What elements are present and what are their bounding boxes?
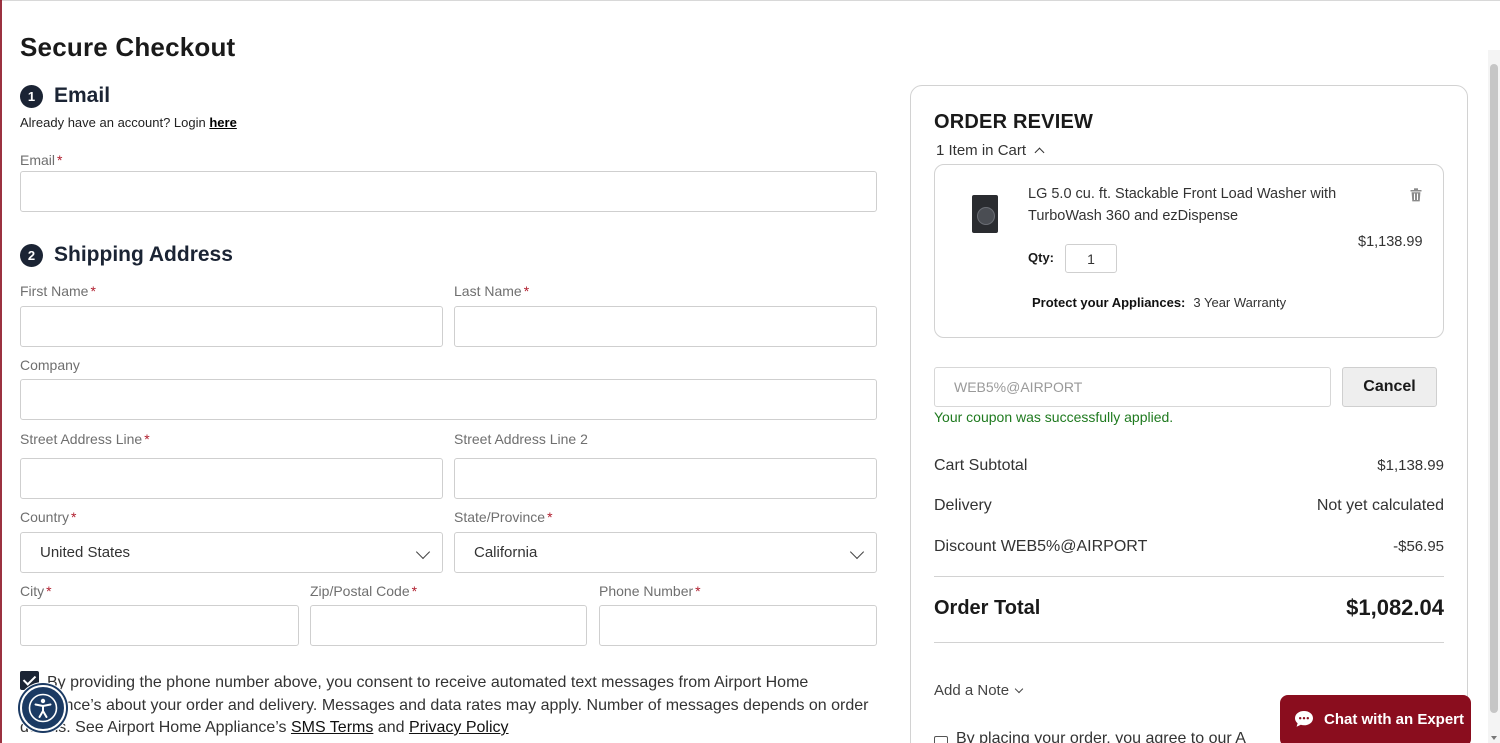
- protection-plan: Protect your Appliances: 3 Year Warranty: [1032, 295, 1286, 310]
- login-prompt-text: Already have an account? Login: [20, 115, 210, 130]
- first-name-input[interactable]: [20, 306, 443, 347]
- discount-label: Discount WEB5%@AIRPORT: [934, 538, 1148, 555]
- country-label: Country *: [20, 509, 77, 525]
- order-total-value: $1,082.04: [1346, 595, 1444, 620]
- summary-divider: [934, 576, 1444, 577]
- qty-input[interactable]: 1: [1065, 244, 1117, 273]
- state-select[interactable]: California: [454, 532, 877, 573]
- discount-row: Discount WEB5%@AIRPORT -$56.95: [934, 538, 1444, 556]
- order-total-row: Order Total $1,082.04: [934, 595, 1444, 621]
- coupon-input[interactable]: WEB5%@AIRPORT: [934, 367, 1331, 407]
- shipping-section-title: Shipping Address: [54, 243, 233, 266]
- first-name-label: First Name *: [20, 283, 96, 299]
- scrollbar-thumb[interactable]: [1490, 64, 1498, 713]
- company-label: Company: [20, 357, 80, 373]
- zip-label: Zip/Postal Code *: [310, 583, 418, 599]
- product-name[interactable]: LG 5.0 cu. ft. Stackable Front Load Wash…: [1028, 183, 1348, 227]
- add-note-toggle[interactable]: Add a Note: [934, 682, 1024, 699]
- protection-value: 3 Year Warranty: [1193, 295, 1287, 310]
- cart-items-toggle[interactable]: 1 Item in Cart: [936, 142, 1045, 159]
- chevron-down-icon: [415, 544, 431, 560]
- shipping-section-header: 2 Shipping Address: [20, 243, 233, 267]
- step-number-2: 2: [20, 243, 43, 267]
- sms-consent-text: By providing the phone number above, you…: [20, 674, 869, 736]
- qty-label: Qty:: [1028, 250, 1054, 265]
- product-price: $1,138.99: [1358, 234, 1423, 250]
- street2-label: Street Address Line 2: [454, 431, 588, 447]
- company-input[interactable]: [20, 379, 877, 420]
- chat-with-expert-button[interactable]: Chat with an Expert: [1280, 695, 1471, 743]
- last-name-input[interactable]: [454, 306, 877, 347]
- coupon-success-message: Your coupon was successfully applied.: [934, 409, 1174, 425]
- terms-agree-text: By placing your order, you agree to our …: [956, 730, 1246, 743]
- delivery-label: Delivery: [934, 497, 992, 514]
- delivery-value: Not yet calculated: [1316, 497, 1444, 514]
- state-label: State/Province *: [454, 509, 553, 525]
- subtotal-row: Cart Subtotal $1,138.99: [934, 457, 1444, 475]
- protection-label: Protect your Appliances:: [1032, 295, 1186, 310]
- email-input[interactable]: [20, 171, 877, 212]
- delivery-row: Delivery Not yet calculated: [934, 497, 1444, 515]
- accessibility-button[interactable]: [17, 682, 69, 734]
- chat-bubble-icon: [1295, 711, 1313, 727]
- cart-items-count: 1 Item in Cart: [936, 142, 1027, 159]
- subtotal-label: Cart Subtotal: [934, 457, 1028, 474]
- total-divider: [934, 642, 1444, 643]
- top-border: [0, 0, 1500, 1]
- privacy-policy-link[interactable]: Privacy Policy: [409, 719, 509, 736]
- email-section-title: Email: [54, 84, 111, 107]
- chevron-down-icon: [849, 544, 865, 560]
- product-thumbnail[interactable]: [972, 195, 998, 233]
- accessibility-icon: [28, 693, 58, 723]
- street1-label: Street Address Line *: [20, 431, 150, 447]
- phone-input[interactable]: [599, 605, 877, 646]
- chevron-down-icon: [1014, 684, 1024, 694]
- chevron-up-icon: [1034, 147, 1045, 158]
- email-section-header: 1 Email: [20, 84, 110, 108]
- street1-input[interactable]: [20, 458, 443, 499]
- phone-label: Phone Number *: [599, 583, 701, 599]
- city-input[interactable]: [20, 605, 299, 646]
- scroll-down-arrow-icon[interactable]: [1491, 736, 1497, 740]
- trash-icon: [1410, 188, 1422, 202]
- email-label: Email *: [20, 152, 63, 168]
- state-value: California: [474, 544, 538, 561]
- last-name-label: Last Name *: [454, 283, 530, 299]
- subtotal-value: $1,138.99: [1377, 457, 1444, 474]
- terms-agree-checkbox[interactable]: [934, 736, 948, 743]
- order-review-title: ORDER REVIEW: [934, 111, 1094, 133]
- zip-input[interactable]: [310, 605, 587, 646]
- chat-label: Chat with an Expert: [1324, 710, 1465, 728]
- sms-terms-link[interactable]: SMS Terms: [291, 719, 373, 736]
- city-label: City *: [20, 583, 52, 599]
- discount-value: -$56.95: [1393, 538, 1444, 555]
- step-number-1: 1: [20, 84, 43, 108]
- page-title: Secure Checkout: [20, 32, 236, 62]
- login-here-link[interactable]: here: [209, 115, 236, 130]
- country-select[interactable]: United States: [20, 532, 443, 573]
- order-total-label: Order Total: [934, 596, 1041, 619]
- add-note-label: Add a Note: [934, 682, 1010, 699]
- cancel-coupon-button[interactable]: Cancel: [1342, 367, 1437, 407]
- left-edge-accent: [0, 0, 2, 743]
- street2-input[interactable]: [454, 458, 877, 499]
- remove-item-button[interactable]: [1410, 188, 1422, 207]
- country-value: United States: [40, 544, 131, 561]
- login-prompt: Already have an account? Login here: [20, 115, 237, 130]
